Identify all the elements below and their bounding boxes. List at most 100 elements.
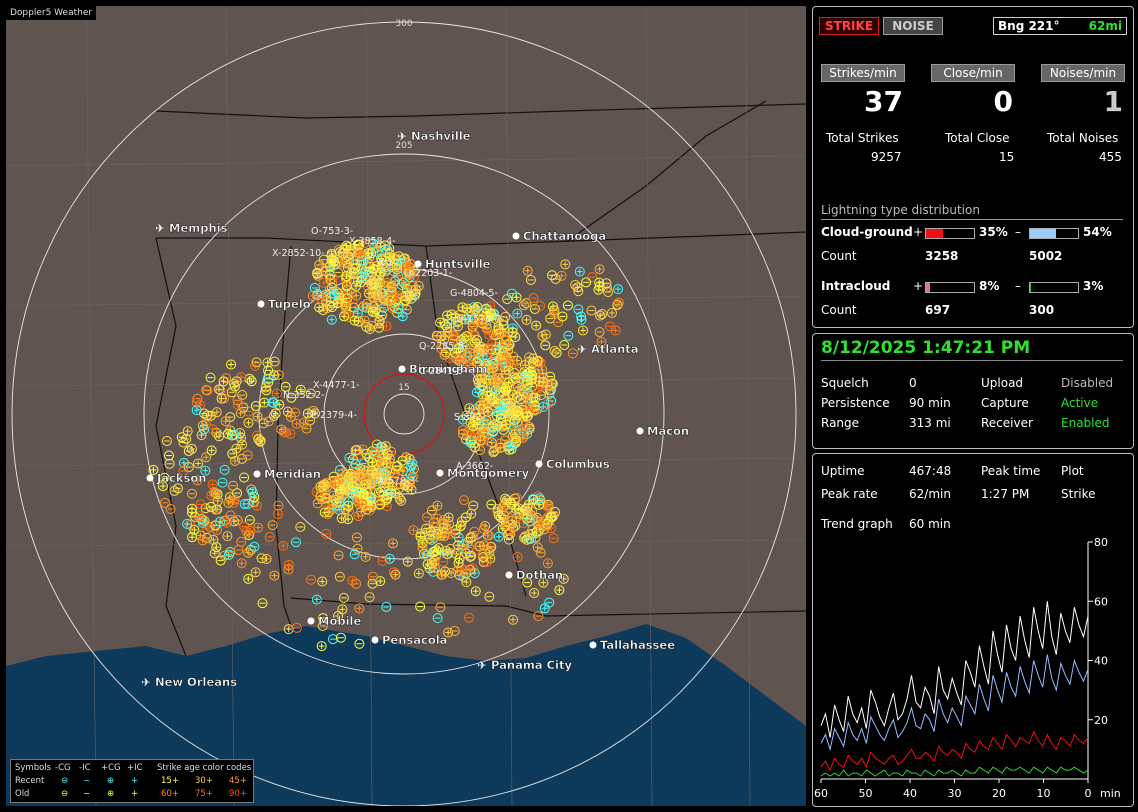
cg-pos-bar-fill	[926, 229, 943, 238]
noise-tab[interactable]: NOISE	[883, 17, 943, 35]
city-pensacola: Pensacola	[371, 633, 448, 647]
trend-graph-value: 60 min	[909, 517, 951, 531]
city-name: Tupelo	[268, 297, 311, 311]
strike-marker	[306, 574, 317, 585]
plot-value[interactable]: Strike	[1061, 487, 1096, 501]
cg-neg-pct: 54%	[1083, 225, 1112, 239]
y-tick-label: 80	[1094, 536, 1108, 549]
strike-marker	[186, 488, 197, 499]
city-atlanta: ✈ Atlanta	[577, 342, 638, 356]
x-tick-label: 60	[814, 787, 828, 800]
strike-marker	[435, 602, 446, 613]
strike-marker	[235, 408, 246, 419]
strike-marker	[239, 521, 250, 532]
strike-marker	[259, 397, 270, 408]
legend-col-pos-ic: +IC	[127, 763, 143, 773]
strike-marker	[226, 359, 237, 370]
storm-cell-label: P-2379-4-	[311, 410, 357, 421]
persistence-value: 90 min	[909, 396, 951, 410]
storm-cell-label: O-2203-1-	[404, 268, 452, 279]
upload-label: Upload	[981, 376, 1024, 390]
city-tallahassee: Tallahassee	[589, 638, 675, 652]
neg-cg-recent-icon: ⊖	[61, 776, 69, 786]
city-name: Chattanooga	[523, 229, 606, 243]
city-dothan: Dothan	[505, 568, 563, 582]
squelch-label: Squelch	[821, 376, 869, 390]
peak-time-label: Peak time	[981, 464, 1041, 478]
strike-marker	[531, 320, 542, 331]
x-tick-label: 20	[992, 787, 1006, 800]
strike-marker	[164, 450, 175, 461]
uptime-value: 467:48	[909, 464, 952, 478]
distribution-title: Lightning type distribution	[821, 203, 980, 217]
capture-value: Active	[1061, 396, 1099, 410]
legend-old-label: Old	[15, 789, 30, 799]
strike-marker	[544, 597, 555, 608]
strike-marker	[449, 626, 460, 637]
x-tick-label: 10	[1037, 787, 1051, 800]
app-title: Doppler5 Weather	[6, 6, 97, 20]
city-name: Meridian	[264, 467, 321, 481]
storm-cell-label: N-352-2-	[283, 390, 325, 401]
airport-icon: ✈	[477, 659, 486, 672]
strike-marker	[278, 540, 289, 551]
radar-map[interactable]: ✈ Nashville ✈ Memphis Chattanooga Huntsville T…	[6, 6, 806, 806]
legend: Symbols -CG -IC +CG +IC Strike age color…	[10, 759, 254, 803]
cg-pos-pct: 35%	[979, 225, 1008, 239]
strike-marker	[586, 305, 597, 316]
city-name: Macon	[647, 424, 689, 438]
receiver-label: Receiver	[981, 416, 1033, 430]
range-label: Range	[821, 416, 860, 430]
strike-marker	[606, 307, 617, 318]
strike-marker	[446, 567, 457, 578]
strike-marker	[159, 497, 170, 508]
noises-min-label: Noises/min	[1041, 64, 1125, 82]
strike-marker	[548, 533, 559, 544]
strike-marker	[367, 571, 378, 582]
strikes-min-label: Strikes/min	[821, 64, 905, 82]
strike-marker	[613, 284, 624, 295]
strike-marker	[268, 410, 279, 421]
bearing-value: Bng 221°	[998, 19, 1060, 33]
strike-marker	[458, 495, 469, 506]
strike-marker	[273, 509, 284, 520]
strike-marker	[594, 264, 605, 275]
strike-marker	[549, 345, 560, 356]
city-name: Tallahassee	[600, 638, 675, 652]
strike-marker	[239, 472, 250, 483]
strike-marker	[196, 430, 207, 441]
strike-marker	[349, 549, 360, 560]
strike-marker	[207, 424, 218, 435]
total-close-label: Total Close	[945, 131, 1010, 145]
strike-marker	[578, 325, 589, 336]
strike-marker	[521, 314, 532, 325]
strike-marker	[468, 500, 479, 511]
storm-cell-label: O-753-3-	[311, 226, 353, 237]
strike-marker	[551, 347, 562, 358]
status-divider	[821, 360, 1123, 361]
strike-marker	[484, 591, 495, 602]
map-canvas[interactable]: ✈ Nashville✈ MemphisChattanoogaHuntsvilleT…	[6, 6, 806, 806]
city-tupelo: Tupelo	[257, 297, 311, 311]
storm-cell-label: A-3662-	[456, 461, 493, 472]
legend-col-pos-cg: +CG	[101, 763, 121, 773]
strike-marker	[486, 499, 497, 510]
strike-tab[interactable]: STRIKE	[819, 17, 879, 35]
strike-marker	[534, 300, 545, 311]
upload-value: Disabled	[1061, 376, 1114, 390]
strike-marker	[285, 428, 296, 439]
strike-marker	[244, 373, 255, 384]
strike-marker	[222, 531, 233, 542]
neg-cg-old-icon: ⊖	[61, 789, 69, 799]
ic-pos-pct: 8%	[979, 279, 1000, 293]
strike-marker	[273, 500, 284, 511]
cg-neg-bar-fill	[1030, 229, 1056, 238]
strike-marker	[205, 372, 216, 383]
city-name: Columbus	[546, 457, 610, 471]
strike-marker	[553, 317, 564, 328]
city-name: Atlanta	[591, 342, 639, 356]
trend-chart: 80 60 40 20 60 50 40 30 20 10 0 min	[814, 536, 1121, 800]
strike-marker	[233, 545, 244, 556]
strike-marker	[354, 603, 365, 614]
stats-panel: STRIKE NOISE Bng 221° 62mi Strikes/min C…	[812, 6, 1134, 328]
